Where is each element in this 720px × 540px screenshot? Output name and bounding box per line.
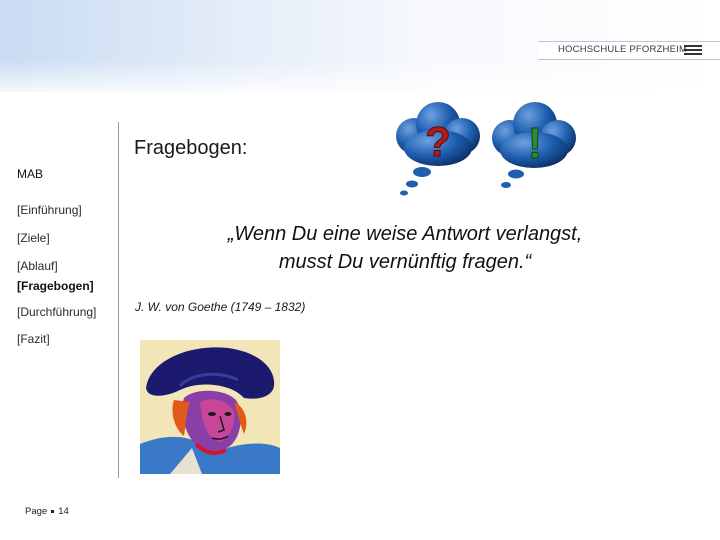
logo-text: HOCHSCHULE PFORZHEIM xyxy=(558,44,688,55)
page-footer: Page 14 xyxy=(25,506,69,517)
goethe-portrait-image xyxy=(140,340,280,474)
sidebar-item-ziele[interactable]: [Ziele] xyxy=(17,231,50,245)
quote-line-2: musst Du vernünftig fragen.“ xyxy=(278,251,532,273)
svg-text:!: ! xyxy=(528,119,543,168)
logo-lines-icon xyxy=(684,44,702,56)
sidebar-item-einfuehrung[interactable]: [Einführung] xyxy=(17,203,82,217)
divider-line xyxy=(118,122,119,478)
sidebar-item-durchfuehrung[interactable]: [Durchführung] xyxy=(17,305,96,319)
sidebar-item-ablauf[interactable]: [Ablauf] xyxy=(17,259,58,273)
page-number: 14 xyxy=(58,506,69,517)
exclamation-bubble-icon: ! xyxy=(492,102,576,188)
question-bubble-icon: ? xyxy=(396,102,480,196)
quote-attribution: J. W. von Goethe (1749 – 1832) xyxy=(135,300,306,314)
sidebar-item-fragebogen[interactable]: [Fragebogen] xyxy=(17,279,94,293)
bullet-icon xyxy=(51,509,55,513)
quote-line-1: „Wenn Du eine weise Antwort verlangst, xyxy=(227,223,583,245)
goethe-quote: „Wenn Du eine weise Antwort verlangst, m… xyxy=(160,220,650,276)
slide-title: Fragebogen: xyxy=(134,137,248,159)
question-exclamation-bubbles-image: ? ! xyxy=(396,102,576,196)
svg-text:?: ? xyxy=(425,118,451,165)
sidebar-item-fazit[interactable]: [Fazit] xyxy=(17,332,50,346)
section-label: MAB xyxy=(17,167,44,181)
page-label: Page xyxy=(25,506,48,517)
university-logo: HOCHSCHULE PFORZHEIM xyxy=(538,41,720,60)
